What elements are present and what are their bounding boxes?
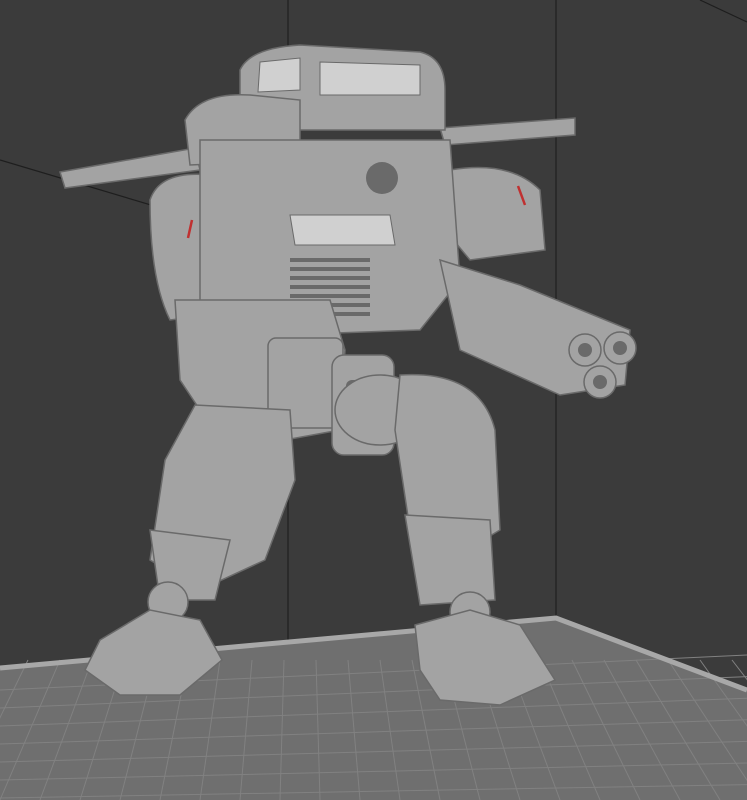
- vent-slat: [290, 267, 370, 271]
- vent-slat: [290, 258, 370, 262]
- mech-model[interactable]: [59, 44, 637, 706]
- vent-slat: [290, 294, 370, 298]
- vent-slat: [290, 285, 370, 289]
- vent-slat: [290, 276, 370, 280]
- 3d-viewport[interactable]: [0, 0, 747, 800]
- scene: [0, 0, 747, 800]
